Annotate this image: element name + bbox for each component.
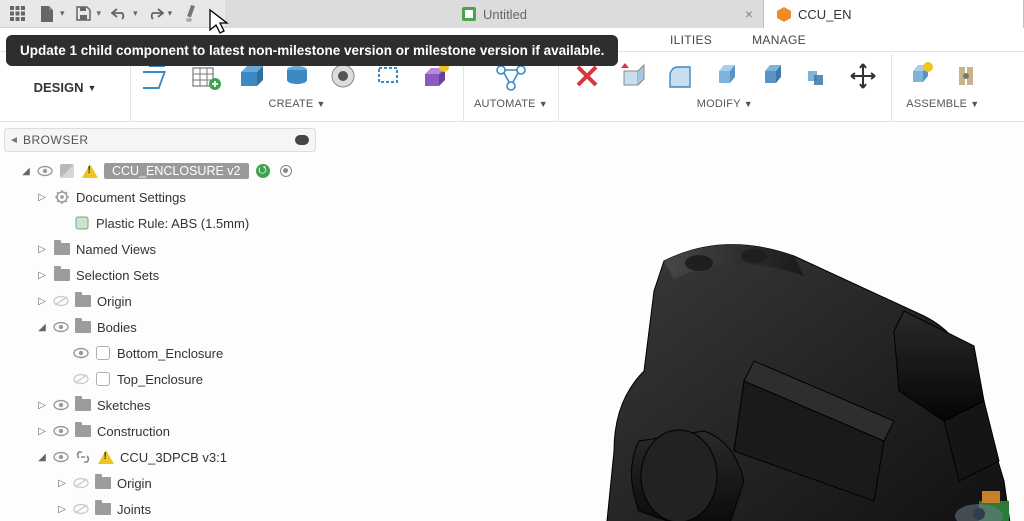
- visibility-icon[interactable]: [53, 399, 69, 411]
- folder-icon: [74, 399, 92, 411]
- visibility-icon[interactable]: [37, 165, 53, 177]
- redo-icon[interactable]: [144, 3, 166, 25]
- menu-tab-utilities[interactable]: ILITIES: [650, 28, 732, 51]
- visibility-icon[interactable]: [73, 347, 89, 359]
- folder-icon: [53, 269, 71, 281]
- document-tabs: Untitled × CCU_EN: [225, 0, 1024, 28]
- tree-item-document-settings[interactable]: ▷ Document Settings: [6, 184, 312, 210]
- tree-item-origin[interactable]: ▷ Origin: [6, 288, 312, 314]
- tab-label: CCU_EN: [798, 7, 851, 22]
- tab-label: Untitled: [483, 7, 527, 22]
- visibility-icon[interactable]: [53, 451, 69, 463]
- group-label-assemble[interactable]: ASSEMBLE▼: [906, 98, 979, 110]
- visibility-hidden-icon[interactable]: [53, 295, 69, 307]
- component-icon: [58, 164, 76, 178]
- browser-tree: ◢ CCU_ENCLOSURE v2 ⭯ ▷ Document Settings…: [4, 152, 316, 521]
- tree-root[interactable]: ◢ CCU_ENCLOSURE v2 ⭯: [6, 158, 312, 184]
- update-component-icon[interactable]: [178, 3, 200, 25]
- warning-icon: [81, 164, 99, 178]
- new-component-icon[interactable]: [902, 58, 938, 94]
- tree-item-plastic-rule[interactable]: ▷ Plastic Rule: ABS (1.5mm): [6, 210, 312, 236]
- plastic-rule-icon: [73, 215, 91, 231]
- folder-icon: [53, 243, 71, 255]
- settings-gear-icon: [53, 189, 71, 205]
- tooltip: Update 1 child component to latest non-m…: [6, 35, 618, 66]
- fillet-icon[interactable]: [661, 58, 697, 94]
- undo-icon[interactable]: [109, 3, 131, 25]
- tree-item-subcomponent[interactable]: ◢ CCU_3DPCB v3:1: [6, 444, 312, 470]
- tree-item-sketches[interactable]: ▷ Sketches: [6, 392, 312, 418]
- visibility-hidden-icon[interactable]: [73, 503, 89, 515]
- visibility-hidden-icon[interactable]: [73, 477, 89, 489]
- new-file-icon[interactable]: [36, 3, 58, 25]
- quick-access-toolbar: ▾ ▾ ▾ ▾ Untitled × CCU_EN: [0, 0, 1024, 28]
- tree-item-joints[interactable]: ▷ Joints: [6, 496, 312, 521]
- visibility-icon[interactable]: [53, 321, 69, 333]
- folder-icon: [94, 477, 112, 489]
- group-label-modify[interactable]: MODIFY▼: [697, 98, 753, 110]
- save-icon[interactable]: [73, 3, 95, 25]
- linked-component-icon: [74, 449, 92, 465]
- press-pull-icon[interactable]: [615, 58, 651, 94]
- folder-icon: [74, 321, 92, 333]
- tree-item-named-views[interactable]: ▷ Named Views: [6, 236, 312, 262]
- visibility-icon[interactable]: [53, 425, 69, 437]
- design-doc-icon: [776, 6, 792, 22]
- warning-icon: [97, 450, 115, 464]
- tree-item-bodies[interactable]: ◢ Bodies: [6, 314, 312, 340]
- shell-icon[interactable]: [753, 58, 789, 94]
- menu-tab-manage[interactable]: MANAGE: [732, 28, 826, 51]
- save-indicator-icon[interactable]: ⭯: [254, 164, 272, 178]
- combine-icon[interactable]: [799, 58, 835, 94]
- visibility-hidden-icon[interactable]: [73, 373, 89, 385]
- move-icon[interactable]: [845, 58, 881, 94]
- folder-icon: [74, 425, 92, 437]
- close-tab-icon[interactable]: ×: [745, 6, 753, 22]
- 3d-model-viewport[interactable]: [544, 221, 1014, 521]
- joint-icon[interactable]: [948, 58, 984, 94]
- group-label-create[interactable]: CREATE▼: [268, 98, 325, 110]
- root-label: CCU_ENCLOSURE v2: [104, 163, 249, 179]
- folder-icon: [74, 295, 92, 307]
- design-doc-icon: [461, 6, 477, 22]
- chamfer-icon[interactable]: [707, 58, 743, 94]
- panel-pin-icon[interactable]: [295, 135, 309, 145]
- tab-ccu-enclosure[interactable]: CCU_EN: [764, 0, 1024, 28]
- activate-radio-icon[interactable]: [277, 165, 295, 177]
- body-icon: [94, 346, 112, 360]
- apps-grid-icon[interactable]: [6, 3, 28, 25]
- tree-item-construction[interactable]: ▷ Construction: [6, 418, 312, 444]
- browser-header[interactable]: ◄ BROWSER: [4, 128, 316, 152]
- tree-item-body[interactable]: ▷ Top_Enclosure: [6, 366, 312, 392]
- body-icon: [94, 372, 112, 386]
- ribbon-group-assemble: ASSEMBLE▼: [892, 54, 994, 121]
- canvas[interactable]: ◄ BROWSER ◢ CCU_ENCLOSURE v2 ⭯ ▷ Documen…: [0, 122, 1024, 521]
- folder-icon: [94, 503, 112, 515]
- group-label-automate[interactable]: AUTOMATE▼: [474, 98, 548, 110]
- tree-item-selection-sets[interactable]: ▷ Selection Sets: [6, 262, 312, 288]
- tab-untitled[interactable]: Untitled ×: [225, 0, 764, 28]
- browser-panel: ◄ BROWSER ◢ CCU_ENCLOSURE v2 ⭯ ▷ Documen…: [4, 128, 316, 521]
- tree-item-body[interactable]: ▷ Bottom_Enclosure: [6, 340, 312, 366]
- tree-item-origin[interactable]: ▷ Origin: [6, 470, 312, 496]
